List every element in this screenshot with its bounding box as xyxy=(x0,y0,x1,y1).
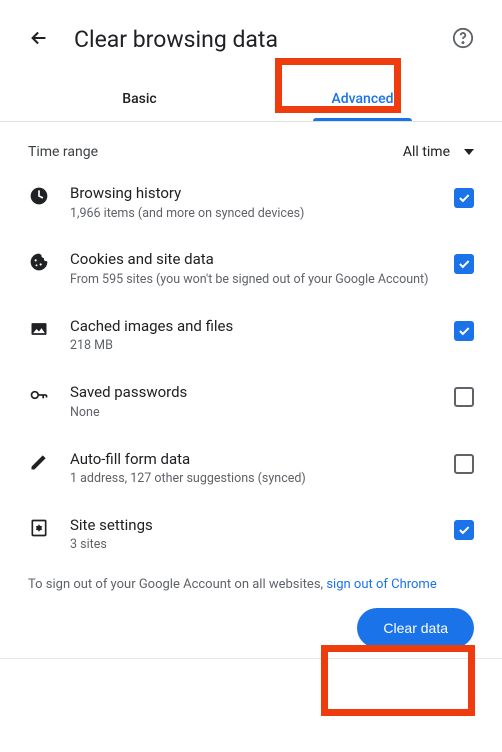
option-cached[interactable]: Cached images and files 218 MB xyxy=(28,303,474,369)
key-icon xyxy=(28,383,50,405)
time-range-select[interactable]: All time xyxy=(403,144,474,160)
action-bar: Clear data xyxy=(28,594,474,658)
option-title: Saved passwords xyxy=(70,383,434,403)
option-title: Cached images and files xyxy=(70,317,434,337)
tab-basic[interactable]: Basic xyxy=(28,81,251,121)
checkbox[interactable] xyxy=(454,520,474,540)
option-autofill[interactable]: Auto-fill form data 1 address, 127 other… xyxy=(28,436,474,502)
checkbox[interactable] xyxy=(454,387,474,407)
checkbox[interactable] xyxy=(454,454,474,474)
option-title: Cookies and site data xyxy=(70,250,434,270)
option-desc: 1,966 items (and more on synced devices) xyxy=(70,206,434,223)
option-passwords[interactable]: Saved passwords None xyxy=(28,369,474,435)
settings-page-icon xyxy=(28,516,50,538)
footer-note: To sign out of your Google Account on al… xyxy=(28,576,474,594)
help-icon[interactable] xyxy=(452,27,474,53)
bottom-divider xyxy=(0,658,502,659)
checkbox[interactable] xyxy=(454,254,474,274)
tab-advanced[interactable]: Advanced xyxy=(251,81,474,121)
checkbox[interactable] xyxy=(454,321,474,341)
back-arrow-icon[interactable] xyxy=(28,27,50,53)
option-title: Site settings xyxy=(70,516,434,536)
time-range-label: Time range xyxy=(28,144,98,160)
time-range-row[interactable]: Time range All time xyxy=(28,122,474,170)
option-desc: 1 address, 127 other suggestions (synced… xyxy=(70,471,434,488)
page-title: Clear browsing data xyxy=(74,26,428,53)
option-title: Auto-fill form data xyxy=(70,450,434,470)
cookie-icon xyxy=(28,250,50,272)
footer-text: To sign out of your Google Account on al… xyxy=(28,577,326,592)
option-site-settings[interactable]: Site settings 3 sites xyxy=(28,502,474,568)
time-range-value: All time xyxy=(403,144,450,160)
option-desc: 3 sites xyxy=(70,537,434,554)
dropdown-icon xyxy=(464,149,474,155)
image-icon xyxy=(28,317,50,339)
clear-data-button[interactable]: Clear data xyxy=(357,608,474,648)
clock-icon xyxy=(28,184,50,206)
option-cookies[interactable]: Cookies and site data From 595 sites (yo… xyxy=(28,236,474,302)
option-list: Browsing history 1,966 items (and more o… xyxy=(28,170,474,568)
tabs: Basic Advanced xyxy=(28,81,474,121)
option-browsing-history[interactable]: Browsing history 1,966 items (and more o… xyxy=(28,170,474,236)
tab-advanced-label: Advanced xyxy=(331,91,393,107)
option-desc: From 595 sites (you won't be signed out … xyxy=(70,272,434,289)
option-desc: None xyxy=(70,405,434,422)
checkbox[interactable] xyxy=(454,188,474,208)
header: Clear browsing data xyxy=(28,26,474,53)
tab-underline xyxy=(313,118,411,121)
sign-out-link[interactable]: sign out of Chrome xyxy=(326,577,436,592)
option-desc: 218 MB xyxy=(70,338,434,355)
pencil-icon xyxy=(28,450,50,472)
option-title: Browsing history xyxy=(70,184,434,204)
